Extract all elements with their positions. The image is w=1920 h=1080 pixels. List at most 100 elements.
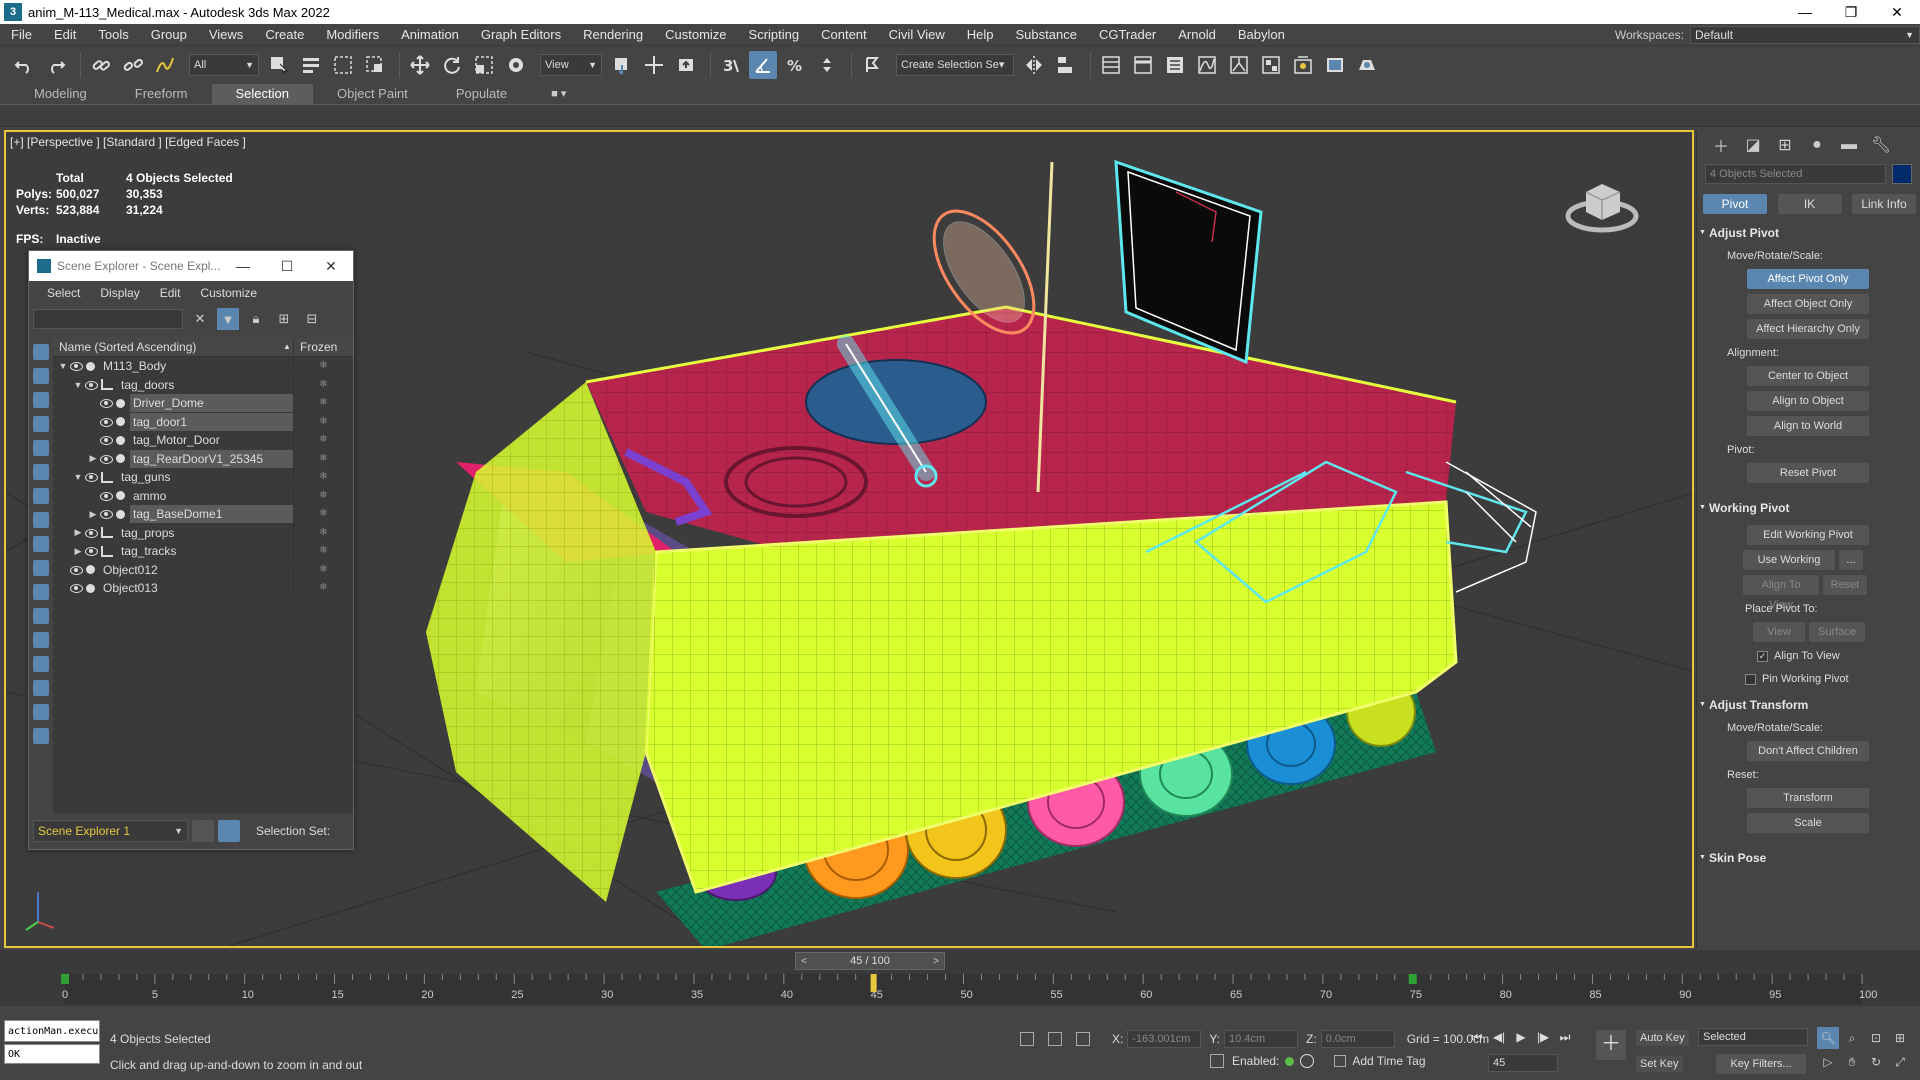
menu-content[interactable]: Content bbox=[810, 24, 878, 46]
add-time-tag-button[interactable]: Add Time Tag bbox=[1352, 1054, 1425, 1068]
se-maximize-button[interactable]: ☐ bbox=[265, 251, 309, 281]
scene-tree-row[interactable]: tag_Motor_Door ❄ bbox=[53, 431, 353, 450]
scene-tree-row-name[interactable]: Driver_Dome bbox=[130, 394, 293, 413]
zoom-icon[interactable]: 🔍︎ bbox=[1817, 1027, 1839, 1049]
menu-group[interactable]: Group bbox=[140, 24, 198, 46]
key-filters-button[interactable]: Key Filters... bbox=[1716, 1054, 1806, 1074]
freeze-toggle-icon[interactable]: ❄ bbox=[293, 412, 353, 431]
scene-tree-row[interactable]: ▶ tag_props ❄ bbox=[53, 523, 353, 543]
funnel-alt-icon[interactable] bbox=[33, 728, 49, 744]
scene-tree-row-name[interactable]: tag_RearDoorV1_25345 bbox=[130, 449, 293, 468]
spinner-snap-icon[interactable] bbox=[813, 51, 841, 79]
display-helpers-icon[interactable] bbox=[33, 440, 49, 456]
scene-tree-row-name[interactable]: Object013 bbox=[100, 579, 293, 597]
layer-sort-icon[interactable]: ⊟ bbox=[301, 308, 323, 330]
display-groups-icon[interactable] bbox=[33, 488, 49, 504]
keyframe-marker[interactable] bbox=[1408, 974, 1417, 984]
go-to-start-icon[interactable]: ⏮ bbox=[1466, 1030, 1488, 1048]
freeze-toggle-icon[interactable]: ❄ bbox=[293, 579, 353, 598]
key-selection-dropdown[interactable]: Selected bbox=[1698, 1028, 1808, 1046]
freeze-toggle-icon[interactable]: ❄ bbox=[293, 375, 353, 394]
menu-views[interactable]: Views bbox=[198, 24, 254, 46]
lock-icon[interactable]: 🔒︎ bbox=[245, 308, 267, 330]
display-all-icon[interactable] bbox=[33, 632, 49, 648]
align-to-world-button[interactable]: Align to World bbox=[1747, 416, 1869, 436]
hierarchy-icon[interactable]: ⊞ bbox=[273, 308, 295, 330]
se-menu-select[interactable]: Select bbox=[37, 286, 90, 300]
hierarchy-tab-icon[interactable]: ⊞ bbox=[1769, 133, 1801, 157]
x-coordinate-field[interactable]: -163.001cm bbox=[1127, 1030, 1202, 1048]
current-frame-field[interactable]: 45 bbox=[1488, 1054, 1558, 1072]
render-setup-icon[interactable] bbox=[1289, 51, 1317, 79]
workspace-dropdown[interactable]: Default ▼ bbox=[1690, 26, 1920, 44]
scene-tree-row[interactable]: ▶ tag_tracks ❄ bbox=[53, 542, 353, 561]
mirror-icon[interactable] bbox=[1020, 51, 1048, 79]
pin-working-pivot-checkbox[interactable]: Pin Working Pivot bbox=[1745, 670, 1920, 688]
freeze-toggle-icon[interactable]: ❄ bbox=[293, 523, 353, 542]
maximize-viewport-icon[interactable]: ⤢ bbox=[1889, 1051, 1911, 1073]
menu-scripting[interactable]: Scripting bbox=[738, 24, 811, 46]
rendered-frame-icon[interactable] bbox=[1321, 51, 1349, 79]
undo-icon[interactable] bbox=[10, 51, 38, 79]
scene-tree-row-name[interactable]: tag_door1 bbox=[130, 412, 293, 431]
field-of-view-icon[interactable]: ▷ bbox=[1817, 1051, 1839, 1073]
render-icon[interactable] bbox=[1353, 51, 1381, 79]
tab-freeform[interactable]: Freeform bbox=[111, 84, 212, 104]
se-menu-customize[interactable]: Customize bbox=[190, 286, 267, 300]
viewcube-icon[interactable] bbox=[1562, 164, 1642, 244]
se-menu-display[interactable]: Display bbox=[90, 286, 149, 300]
tab-populate[interactable]: Populate bbox=[432, 84, 531, 104]
visibility-eye-icon[interactable] bbox=[99, 398, 113, 409]
play-icon[interactable]: ▶ bbox=[1510, 1030, 1532, 1048]
visibility-eye-icon[interactable] bbox=[99, 509, 113, 520]
display-xrefs-icon[interactable] bbox=[33, 512, 49, 528]
se-menu-edit[interactable]: Edit bbox=[150, 286, 191, 300]
material-editor-icon[interactable] bbox=[1257, 51, 1285, 79]
prev-frame-icon[interactable]: < bbox=[796, 956, 812, 967]
zoom-extents-all-icon[interactable]: ⊞ bbox=[1889, 1027, 1911, 1049]
set-key-button[interactable]: Set Key bbox=[1636, 1056, 1683, 1072]
track-bar[interactable]: 0 5 10 15 20 25 30 35 40 45 50 55 60 65 70 75 80 85 90 95 10… bbox=[0, 972, 1920, 1006]
display-shapes-icon[interactable] bbox=[33, 368, 49, 384]
select-manipulate-icon[interactable] bbox=[640, 51, 668, 79]
scene-tree-row-name[interactable]: ammo bbox=[130, 487, 293, 505]
adjust-transform-rollout[interactable]: Adjust Transform bbox=[1697, 696, 1920, 714]
filter-icon[interactable]: ▼ bbox=[217, 308, 239, 330]
named-selection-dropdown[interactable]: Create Selection Se▾ bbox=[896, 54, 1014, 76]
object-name-field[interactable]: 4 Objects Selected bbox=[1705, 164, 1886, 184]
visibility-eye-icon[interactable] bbox=[84, 546, 98, 557]
freeze-toggle-icon[interactable]: ❄ bbox=[293, 560, 353, 579]
visibility-eye-icon[interactable] bbox=[99, 491, 113, 501]
freeze-toggle-icon[interactable]: ❄ bbox=[293, 542, 353, 561]
reset-pivot-button[interactable]: Reset Pivot bbox=[1747, 463, 1869, 483]
scene-tree-row-name[interactable]: tag_BaseDome1 bbox=[130, 505, 293, 524]
link-info-button[interactable]: Link Info bbox=[1852, 194, 1916, 214]
scene-tree-row[interactable]: ▶ tag_RearDoorV1_25345 ❄ bbox=[53, 449, 353, 469]
affect-pivot-only-button[interactable]: Affect Pivot Only bbox=[1747, 269, 1869, 289]
angle-snap-icon[interactable] bbox=[749, 51, 777, 79]
selection-lock-icon[interactable] bbox=[1048, 1032, 1062, 1046]
freeze-toggle-icon[interactable]: ❄ bbox=[293, 394, 353, 413]
z-coordinate-field[interactable]: 0.0cm bbox=[1320, 1030, 1395, 1048]
menu-babylon[interactable]: Babylon bbox=[1227, 24, 1296, 46]
ribbon-options-icon[interactable]: ■ ▾ bbox=[551, 84, 566, 104]
edit-named-selection-icon[interactable] bbox=[858, 51, 886, 79]
column-name[interactable]: Name (Sorted Ascending) bbox=[53, 340, 283, 354]
snap-icon[interactable]: 3 bbox=[717, 51, 745, 79]
motion-tab-icon[interactable]: ● bbox=[1801, 133, 1833, 157]
unlink-icon[interactable] bbox=[119, 51, 147, 79]
scene-tree-row-name[interactable]: tag_Motor_Door bbox=[130, 431, 293, 449]
next-key-icon[interactable]: |▶ bbox=[1532, 1030, 1554, 1048]
menu-arnold[interactable]: Arnold bbox=[1167, 24, 1227, 46]
selection-filter-dropdown[interactable]: All ▼ bbox=[189, 54, 259, 76]
schematic-view-icon[interactable] bbox=[1225, 51, 1253, 79]
menu-customize[interactable]: Customize bbox=[654, 24, 737, 46]
scene-tree-row[interactable]: ▼ M113_Body ❄ bbox=[53, 357, 353, 376]
go-to-end-icon[interactable]: ⏭ bbox=[1554, 1030, 1576, 1048]
explorer-select-dropdown[interactable]: Scene Explorer 1 ▼ bbox=[33, 820, 188, 842]
chevron-down-icon[interactable]: ▼ bbox=[72, 380, 84, 390]
placement-icon[interactable] bbox=[502, 51, 530, 79]
visibility-eye-icon[interactable] bbox=[69, 565, 83, 575]
chevron-right-icon[interactable]: ▶ bbox=[87, 453, 99, 464]
object-color-swatch[interactable] bbox=[1892, 164, 1912, 184]
